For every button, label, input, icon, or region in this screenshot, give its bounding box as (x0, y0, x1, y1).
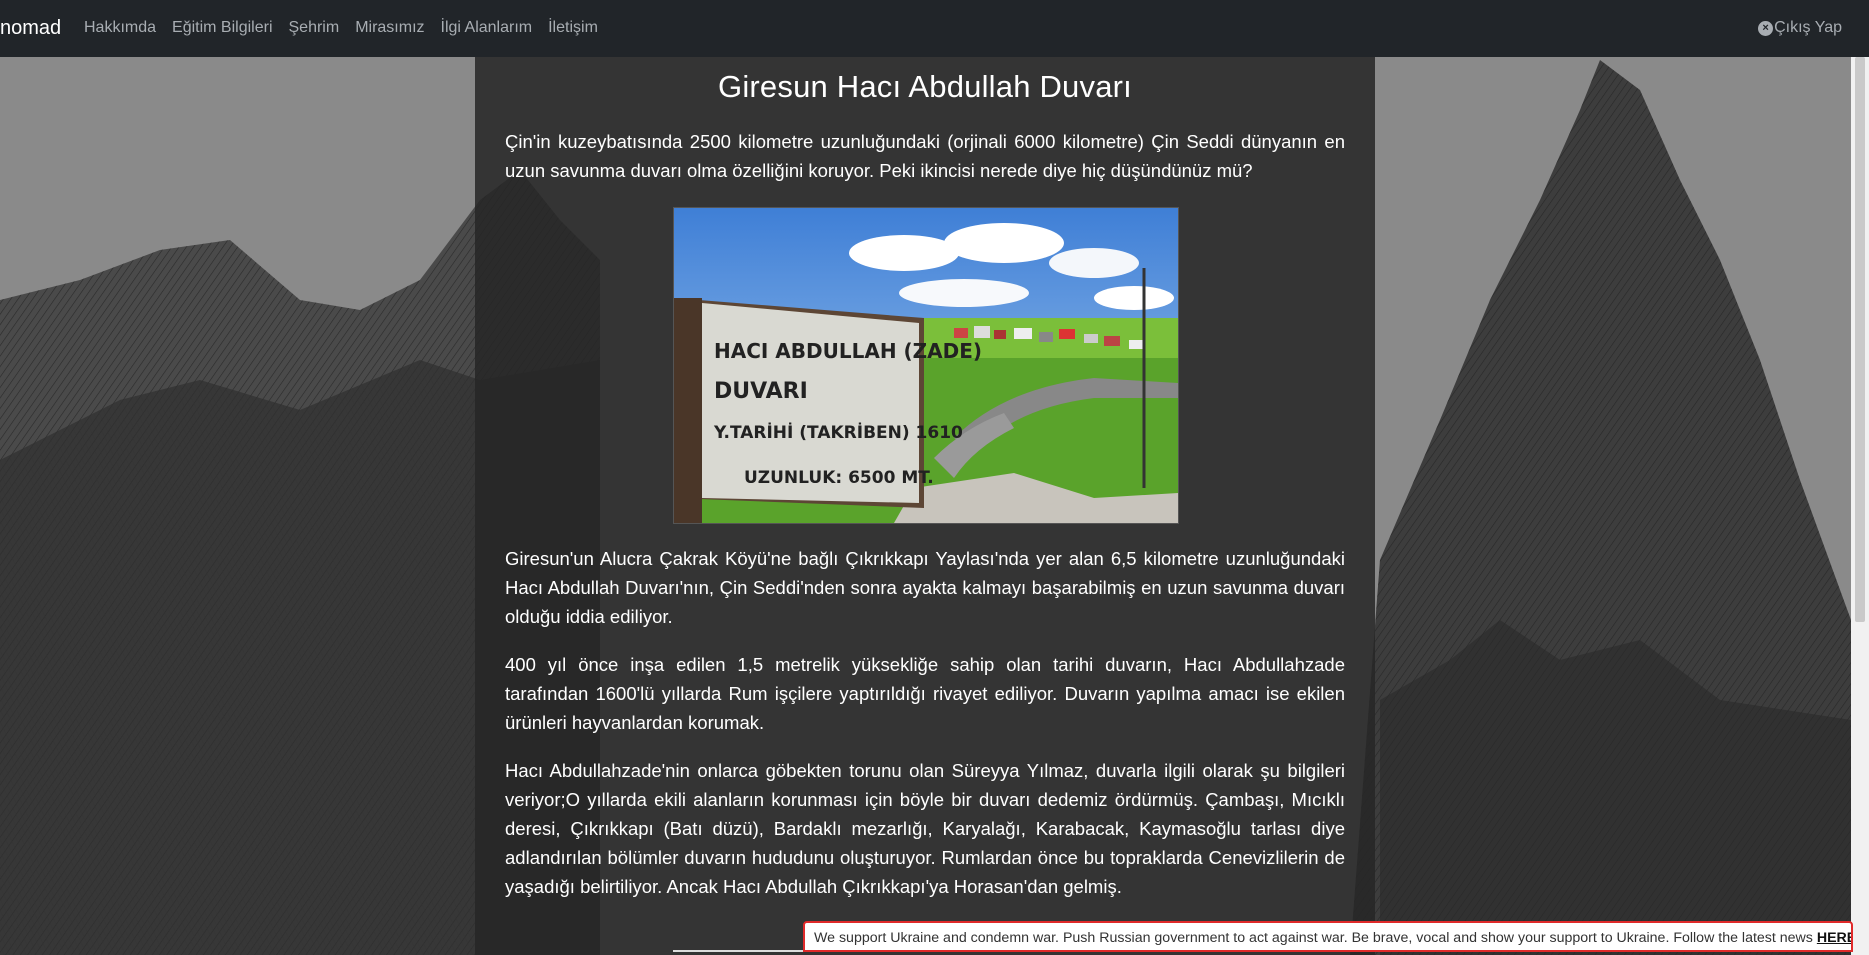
article-paragraph-2: 400 yıl önce inşa edilen 1,5 metrelik yü… (505, 654, 1345, 733)
article-paragraph-1: Giresun'un Alucra Çakrak Köyü'ne bağlı Ç… (505, 548, 1345, 627)
brand-logo[interactable]: nomad (0, 17, 61, 40)
article-paragraph-3: Hacı Abdullahzade'nin onlarca göbekten t… (505, 760, 1345, 897)
banner-text: We support Ukraine and condemn war. Push… (814, 930, 1817, 946)
top-navbar: nomad Hakkımda Eğitim Bilgileri Şehrim M… (0, 0, 1869, 57)
ukraine-support-banner: We support Ukraine and condemn war. Push… (803, 921, 1853, 952)
nav-links: Hakkımda Eğitim Bilgileri Şehrim Mirasım… (84, 19, 614, 37)
nav-link-mirasimiz[interactable]: Mirasımız (355, 19, 424, 37)
nav-link-sehrim[interactable]: Şehrim (289, 19, 340, 37)
nav-link-ilgi-alanlarim[interactable]: İlgi Alanlarım (441, 19, 533, 37)
scrollbar-thumb[interactable] (1855, 57, 1865, 622)
banner-here-link[interactable]: HERE (1817, 930, 1851, 946)
article-image: HACI ABDULLAH (ZADE) DUVARI Y.TARİHİ (TA… (673, 207, 1179, 524)
article-panel: Giresun Hacı Abdullah Duvarı Çin'in kuze… (475, 57, 1375, 955)
sign-line-4: UZUNLUK: 6500 MT. (744, 468, 934, 488)
sign-line-3: Y.TARİHİ (TAKRİBEN) 1610 (713, 421, 963, 443)
x-circle-icon: × (1758, 20, 1774, 36)
article-title: Giresun Hacı Abdullah Duvarı (718, 69, 1132, 104)
page-scrollbar[interactable] (1851, 57, 1869, 955)
logout-button[interactable]: × Çıkış Yap (1758, 19, 1842, 37)
sign-line-2: DUVARI (714, 379, 808, 404)
nav-link-hakkimda[interactable]: Hakkımda (84, 19, 156, 37)
logout-label: Çıkış Yap (1774, 19, 1842, 36)
nav-link-egitim-bilgileri[interactable]: Eğitim Bilgileri (172, 19, 272, 37)
sign-line-1: HACI ABDULLAH (ZADE) (714, 339, 982, 363)
article-intro: Çin'in kuzeybatısında 2500 kilometre uzu… (505, 131, 1345, 181)
nav-link-iletisim[interactable]: İletişim (548, 19, 598, 37)
